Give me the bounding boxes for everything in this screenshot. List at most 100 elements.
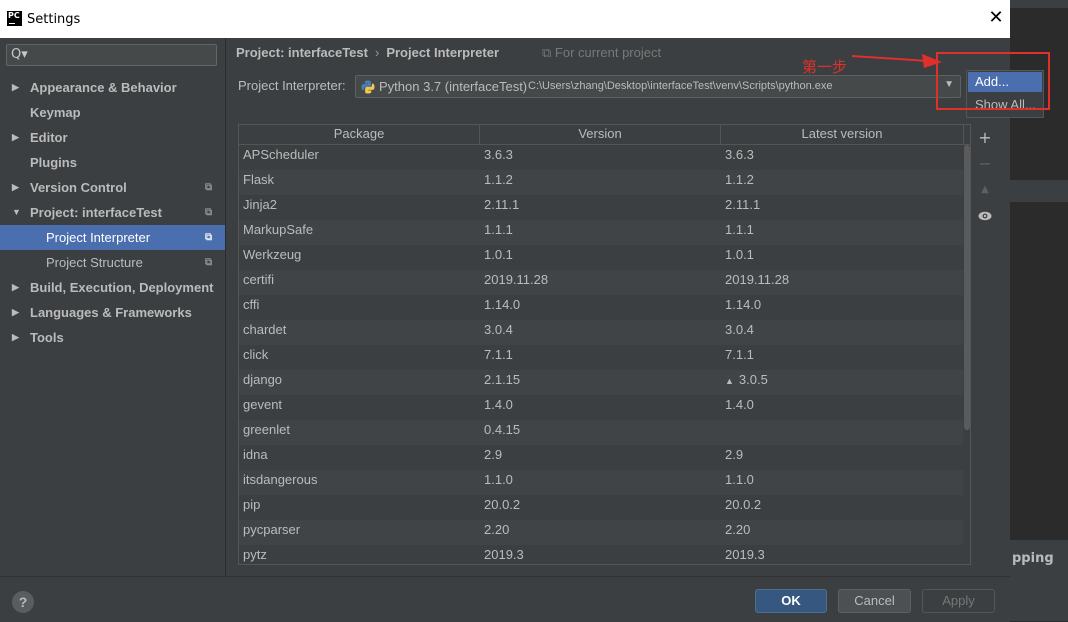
annotation-highlight-box (936, 52, 1050, 110)
table-row[interactable]: MarkupSafe 1.1.1 1.1.1 (239, 220, 963, 245)
chevron-right-icon[interactable]: ▶ (12, 325, 19, 350)
latest-version-text: 1.14.0 (725, 297, 762, 312)
latest-version-cell: 2.9 (725, 445, 743, 465)
latest-version-text: 1.4.0 (725, 397, 754, 412)
table-row[interactable]: chardet 3.0.4 3.0.4 (239, 320, 963, 345)
window-title: Settings (27, 12, 81, 27)
background-strip (1008, 180, 1068, 202)
sidebar-item-project-interfacetest[interactable]: ▼ Project: interfaceTest ⧉ (0, 200, 225, 225)
table-row[interactable]: idna 2.9 2.9 (239, 445, 963, 470)
table-row[interactable]: pycparser 2.20 2.20 (239, 520, 963, 545)
close-icon[interactable]: ✕ (986, 8, 1006, 28)
upgrade-package-button[interactable]: ▲ (972, 177, 998, 203)
version-cell: 3.6.3 (484, 147, 513, 162)
search-input[interactable]: Q▾ (6, 44, 217, 66)
latest-version-text: 1.1.1 (725, 222, 754, 237)
apply-button[interactable]: Apply (922, 589, 995, 613)
add-package-button[interactable]: + (972, 125, 998, 151)
sidebar-item-label: Tools (30, 330, 64, 345)
chevron-down-icon[interactable]: ▼ (12, 200, 21, 225)
sidebar-item-label: Keymap (30, 105, 81, 120)
latest-version-text: 2.11.1 (725, 197, 761, 212)
upgrade-available-icon: ▲ (725, 376, 734, 386)
table-row[interactable]: pytz 2019.3 2019.3 (239, 545, 963, 564)
settings-dialog: PC Settings ✕ Q▾ ▶ Appearance & Behavior K… (0, 0, 1044, 622)
package-name-cell: Werkzeug (243, 247, 302, 262)
latest-version-cell: 1.0.1 (725, 245, 754, 265)
interpreter-select[interactable]: Python 3.7 (interfaceTest) C:\Users\zhan… (355, 75, 961, 98)
latest-version-cell: 1.1.2 (725, 170, 754, 190)
latest-version-text: 3.0.5 (738, 372, 768, 387)
latest-version-cell: 2019.11.28 (725, 270, 789, 290)
table-row[interactable]: greenlet 0.4.15 (239, 420, 963, 445)
sidebar-item-tools[interactable]: ▶ Tools (0, 325, 225, 350)
table-row[interactable]: certifi 2019.11.28 2019.11.28 (239, 270, 963, 295)
latest-version-cell: 2019.3 (725, 545, 765, 564)
sidebar-item-label: Project: interfaceTest (30, 205, 162, 220)
table-row[interactable]: Werkzeug 1.0.1 1.0.1 (239, 245, 963, 270)
breadcrumb-separator: › (374, 45, 380, 60)
sidebar-item-languages-frameworks[interactable]: ▶ Languages & Frameworks (0, 300, 225, 325)
column-header-package[interactable]: Package (239, 125, 480, 144)
sidebar-item-build-execution-deployment[interactable]: ▶ Build, Execution, Deployment (0, 275, 225, 300)
table-scrollbar[interactable] (964, 145, 970, 430)
table-row[interactable]: Flask 1.1.2 1.1.2 (239, 170, 963, 195)
breadcrumb: Project: interfaceTest › Project Interpret… (236, 45, 499, 60)
version-cell: 20.0.2 (484, 497, 521, 512)
cancel-button[interactable]: Cancel (838, 589, 911, 613)
table-row[interactable]: itsdangerous 1.1.0 1.1.0 (239, 470, 963, 495)
sidebar-item-label: Project Structure (46, 255, 143, 270)
ok-button[interactable]: OK (755, 589, 827, 613)
latest-version-cell: 3.0.4 (725, 320, 754, 340)
table-row[interactable]: click 7.1.1 7.1.1 (239, 345, 963, 370)
chevron-right-icon[interactable]: ▶ (12, 275, 19, 300)
version-cell: 1.1.0 (484, 472, 513, 487)
sidebar-item-project-interpreter[interactable]: Project Interpreter ⧉ (0, 225, 225, 250)
version-cell: 2.9 (484, 447, 503, 462)
interpreter-label: Project Interpreter: (238, 78, 346, 93)
package-name-cell: Jinja2 (243, 197, 277, 212)
title-bar: PC Settings ✕ (0, 0, 1010, 38)
project-scope-icon: ⧉ (205, 232, 213, 243)
latest-version-text: 20.0.2 (725, 497, 762, 512)
chevron-right-icon[interactable]: ▶ (12, 300, 19, 325)
sidebar-item-editor[interactable]: ▶ Editor (0, 125, 225, 150)
column-header-latest-version[interactable]: Latest version (721, 125, 964, 144)
table-row[interactable]: gevent 1.4.0 1.4.0 (239, 395, 963, 420)
latest-version-cell: 7.1.1 (725, 345, 754, 365)
interpreter-name: Python 3.7 (interfaceTest) (379, 79, 528, 94)
sidebar-item-project-structure[interactable]: Project Structure ⧉ (0, 250, 225, 275)
breadcrumb-project[interactable]: Project: interfaceTest (236, 45, 368, 60)
version-cell: 1.14.0 (484, 297, 521, 312)
eye-icon[interactable] (972, 203, 998, 229)
project-scope-icon: ⧉ (205, 257, 213, 268)
sidebar-item-plugins[interactable]: Plugins (0, 150, 225, 175)
table-row[interactable]: Jinja2 2.11.1 2.11.1 (239, 195, 963, 220)
table-row[interactable]: APScheduler 3.6.3 3.6.3 (239, 145, 963, 170)
latest-version-cell: 1.1.0 (725, 470, 754, 490)
package-name-cell: chardet (243, 322, 287, 337)
remove-package-button[interactable]: − (972, 151, 998, 177)
latest-version-text: 7.1.1 (725, 347, 754, 362)
sidebar-item-keymap[interactable]: Keymap (0, 100, 225, 125)
sidebar-item-label: Appearance & Behavior (30, 80, 177, 95)
latest-version-cell: 2.11.1 (725, 195, 760, 215)
chevron-right-icon[interactable]: ▶ (12, 75, 19, 100)
chevron-right-icon[interactable]: ▶ (12, 125, 19, 150)
package-name-cell: pip (243, 497, 261, 512)
table-row[interactable]: pip 20.0.2 20.0.2 (239, 495, 963, 520)
package-name-cell: itsdangerous (243, 472, 318, 487)
table-row[interactable]: django 2.1.15 ▲ 3.0.5 (239, 370, 963, 395)
package-name-cell: pycparser (243, 522, 301, 537)
sidebar-item-version-control[interactable]: ▶ Version Control ⧉ (0, 175, 225, 200)
package-name-cell: APScheduler (243, 147, 319, 162)
interpreter-path: C:\Users\zhang\Desktop\interfaceTest\ven… (528, 80, 833, 92)
version-cell: 2.1.15 (484, 372, 521, 387)
package-name-cell: MarkupSafe (243, 222, 314, 237)
sidebar-item-appearance-behavior[interactable]: ▶ Appearance & Behavior (0, 75, 225, 100)
column-header-version[interactable]: Version (480, 125, 721, 144)
help-icon[interactable]: ? (12, 591, 34, 613)
latest-version-text: 2019.11.28 (725, 272, 790, 287)
chevron-right-icon[interactable]: ▶ (12, 175, 19, 200)
table-row[interactable]: cffi 1.14.0 1.14.0 (239, 295, 963, 320)
